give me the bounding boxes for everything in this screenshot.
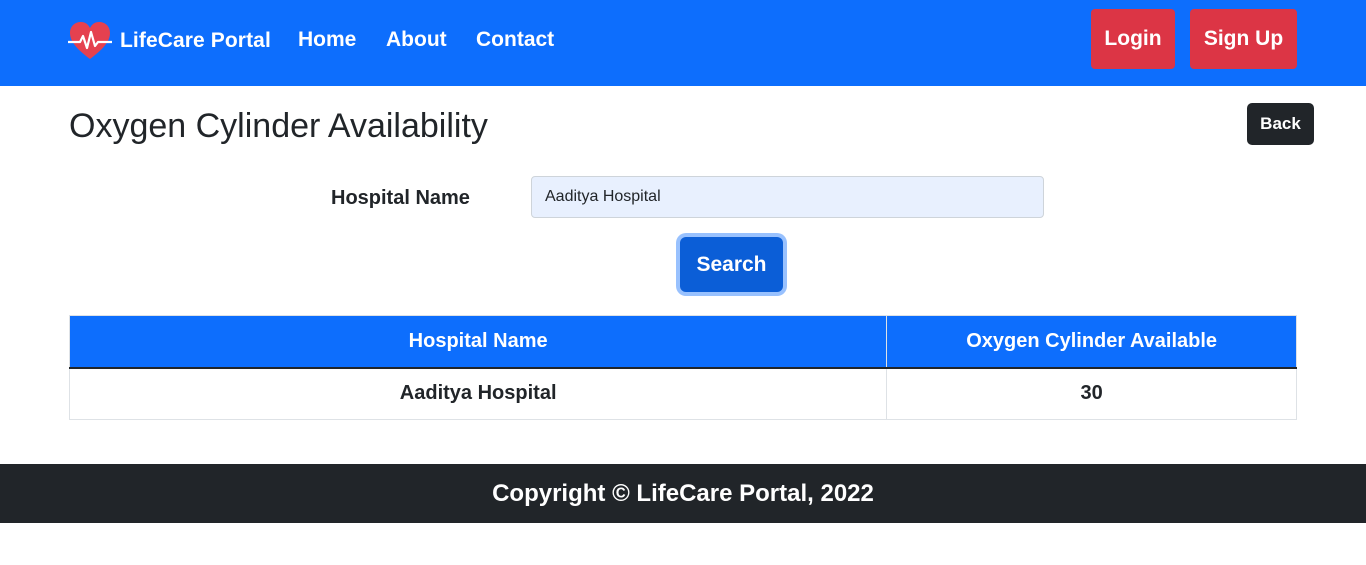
brand-link[interactable]: LifeCare Portal bbox=[68, 20, 271, 62]
nav-home-link[interactable]: Home bbox=[298, 27, 356, 53]
footer: Copyright © LifeCare Portal, 2022 bbox=[0, 464, 1366, 523]
table-header-row: Hospital Name Oxygen Cylinder Available bbox=[68, 315, 1297, 369]
page-title: Oxygen Cylinder Availability bbox=[69, 107, 488, 145]
cell-oxygen-count: 30 bbox=[886, 367, 1297, 420]
column-header-hospital-name: Hospital Name bbox=[68, 315, 888, 369]
login-button[interactable]: Login bbox=[1091, 9, 1175, 69]
nav-about-link[interactable]: About bbox=[386, 27, 447, 53]
table-row: Aaditya Hospital 30 bbox=[68, 367, 1297, 420]
signup-button[interactable]: Sign Up bbox=[1190, 9, 1297, 69]
cell-hospital-name: Aaditya Hospital bbox=[68, 367, 888, 420]
back-button[interactable]: Back bbox=[1247, 103, 1314, 145]
heartbeat-icon bbox=[68, 22, 112, 59]
nav-contact-link[interactable]: Contact bbox=[476, 27, 554, 53]
results-table: Hospital Name Oxygen Cylinder Available … bbox=[68, 315, 1297, 420]
navbar: LifeCare Portal Home About Contact Login… bbox=[0, 0, 1366, 86]
hospital-name-label: Hospital Name bbox=[331, 187, 470, 209]
brand-name: LifeCare Portal bbox=[120, 29, 271, 52]
copyright-text: Copyright © LifeCare Portal, 2022 bbox=[492, 479, 874, 507]
search-button[interactable]: Search bbox=[680, 237, 783, 292]
column-header-oxygen-available: Oxygen Cylinder Available bbox=[886, 315, 1297, 369]
hospital-name-input[interactable] bbox=[531, 176, 1044, 218]
